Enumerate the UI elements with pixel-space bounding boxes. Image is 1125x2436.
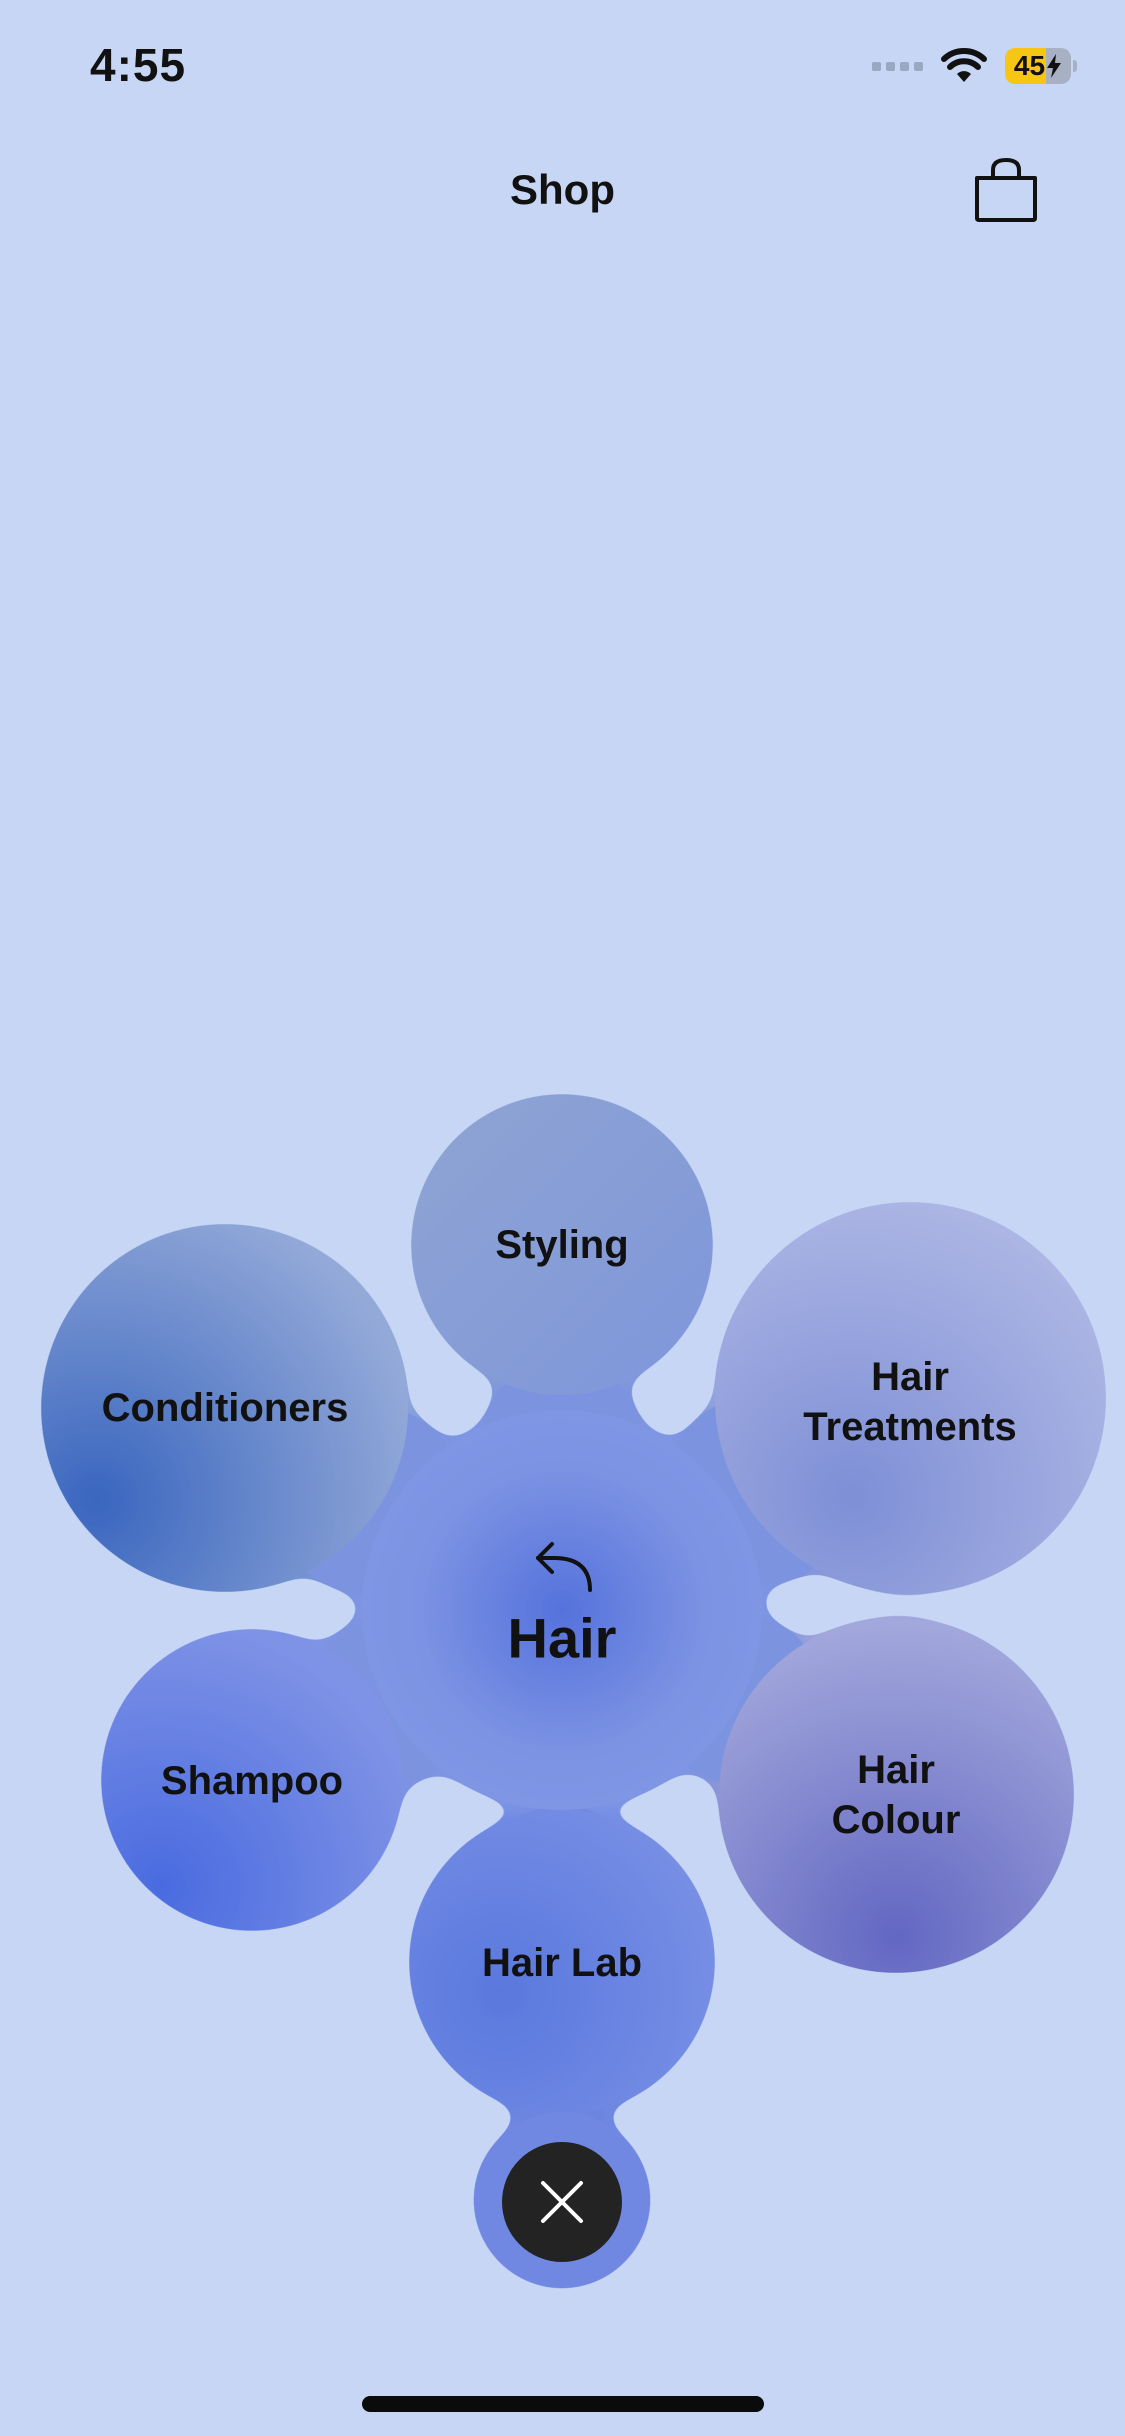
home-indicator[interactable] <box>362 2396 764 2412</box>
category-hair-treatments-label-line2: Treatments <box>803 1405 1017 1449</box>
close-menu-button[interactable] <box>502 2142 622 2262</box>
category-conditioners[interactable]: Conditioners <box>102 1383 349 1433</box>
back-arrow-icon <box>536 1542 592 1592</box>
current-category-title: Hair <box>507 1606 617 1670</box>
category-flower-menu <box>42 1095 1105 2288</box>
back-button[interactable] <box>532 1540 594 1592</box>
category-hair-treatments-label-line1: Hair <box>871 1355 949 1399</box>
close-icon <box>541 2181 583 2223</box>
screen: 4:55 45 Shop Styling Conditioners Hair T… <box>0 0 1125 2436</box>
category-hair-treatments[interactable]: Hair Treatments <box>803 1352 1016 1452</box>
category-hair-lab-label: Hair Lab <box>481 1941 643 1985</box>
category-hair-lab[interactable]: Hair Lab <box>482 1938 642 1988</box>
category-shampoo-label: Shampoo <box>160 1759 344 1803</box>
category-hair-colour-label-line1: Hair <box>857 1748 935 1792</box>
category-hair-colour[interactable]: Hair Colour <box>832 1745 961 1845</box>
category-conditioners-label: Conditioners <box>101 1386 349 1430</box>
category-styling-label: Styling <box>495 1223 629 1267</box>
category-shampoo[interactable]: Shampoo <box>161 1756 343 1806</box>
category-hair-colour-label-line2: Colour <box>831 1798 961 1842</box>
category-styling[interactable]: Styling <box>495 1220 628 1270</box>
